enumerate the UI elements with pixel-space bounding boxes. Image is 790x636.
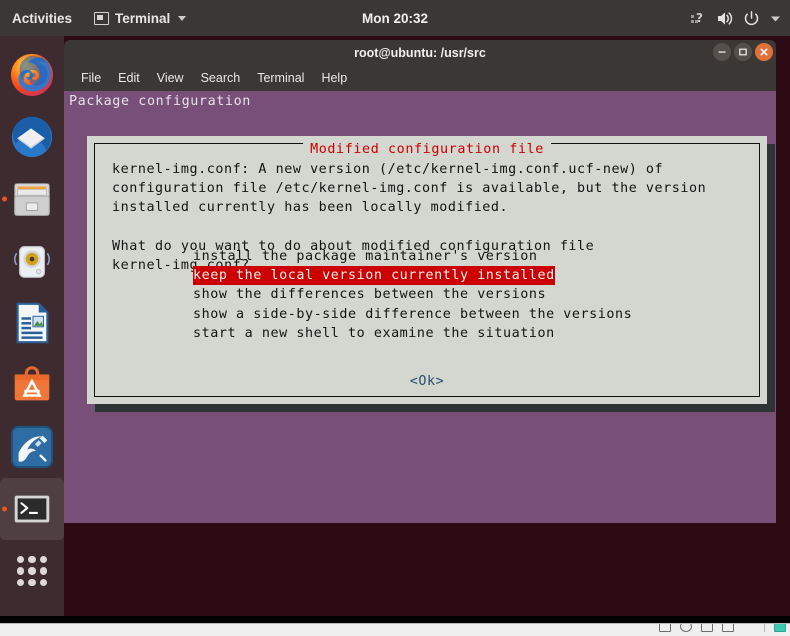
window-icon[interactable] [701, 624, 713, 632]
terminal-icon [94, 11, 110, 25]
menu-help[interactable]: Help [314, 69, 354, 87]
option-keep-local-version[interactable]: keep the local version currently install… [193, 266, 555, 286]
package-configuration-header: Package configuration [69, 94, 251, 109]
window-controls [713, 43, 773, 61]
host-taskbar [0, 623, 790, 636]
terminal-window: root@ubuntu: /usr/src File Edit View Sea… [64, 40, 776, 523]
running-indicator [2, 506, 7, 512]
dock [0, 36, 64, 616]
maximize-button[interactable] [734, 43, 752, 61]
mysql-workbench-icon [10, 425, 54, 469]
app-menu-terminal[interactable]: Terminal [84, 0, 196, 36]
volume-icon [718, 11, 733, 25]
terminal-icon [14, 495, 50, 523]
option-list: install the package maintainer's version… [193, 247, 632, 343]
teal-icon[interactable] [774, 624, 786, 632]
dock-item-rhythmbox[interactable] [0, 230, 64, 292]
dock-item-libreoffice-impress[interactable] [0, 292, 64, 354]
dock-item-ubuntu-software[interactable] [0, 354, 64, 416]
dialog-inner-frame: Modified configuration file kernel-img.c… [94, 143, 760, 397]
menu-file[interactable]: File [74, 69, 108, 87]
dock-item-mysql-workbench[interactable] [0, 416, 64, 478]
option-show-side-by-side-difference[interactable]: show a side-by-side difference between t… [193, 305, 632, 324]
dock-item-files[interactable] [0, 168, 64, 230]
network-question-icon: ? [691, 11, 703, 25]
files-icon [14, 183, 50, 216]
svg-text:?: ? [696, 11, 703, 25]
menu-edit[interactable]: Edit [111, 69, 147, 87]
dock-item-terminal[interactable] [0, 478, 64, 540]
close-button[interactable] [755, 43, 773, 61]
window-title-bar[interactable]: root@ubuntu: /usr/src [64, 40, 776, 65]
ok-button[interactable]: <Ok> [95, 374, 759, 389]
window-title: root@ubuntu: /usr/src [354, 45, 486, 60]
apps-grid-icon [9, 548, 55, 594]
activities-label: Activities [12, 10, 73, 26]
minimize-button[interactable] [713, 43, 731, 61]
thunderbird-icon [11, 116, 53, 158]
libreoffice-impress-icon [16, 302, 49, 344]
menu-bar: File Edit View Search Terminal Help [64, 65, 776, 91]
ubuntu-software-icon [14, 366, 50, 401]
dialog-title: Modified configuration file [303, 143, 551, 157]
desktop-screen: Activities Terminal Mon 20:32 ? root@ubu… [0, 0, 790, 636]
rhythmbox-icon [14, 246, 50, 278]
activities-button[interactable]: Activities [0, 0, 84, 36]
option-start-new-shell[interactable]: start a new shell to examine the situati… [193, 324, 555, 343]
dock-item-firefox[interactable] [0, 44, 64, 106]
menu-search[interactable]: Search [194, 69, 248, 87]
clock-icon[interactable] [680, 624, 692, 632]
terminal-body[interactable]: Package configuration Modified configura… [64, 91, 776, 523]
dock-item-show-applications[interactable] [0, 540, 64, 602]
app-menu-label: Terminal [115, 10, 171, 26]
firefox-icon [10, 53, 54, 97]
system-tray[interactable]: ? [690, 0, 782, 36]
menu-view[interactable]: View [150, 69, 191, 87]
window-icon[interactable] [722, 624, 734, 632]
dock-item-thunderbird[interactable] [0, 106, 64, 168]
running-indicator [2, 196, 7, 202]
option-show-differences[interactable]: show the differences between the version… [193, 285, 546, 304]
power-icon [744, 10, 759, 25]
modified-configuration-dialog: Modified configuration file kernel-img.c… [87, 136, 767, 404]
option-install-maintainers-version[interactable]: install the package maintainer's version [193, 247, 537, 266]
menu-terminal[interactable]: Terminal [250, 69, 311, 87]
gnome-top-bar: Activities Terminal Mon 20:32 ? [0, 0, 790, 36]
chevron-down-icon [178, 15, 187, 21]
divider [764, 624, 765, 632]
chevron-down-icon [771, 16, 780, 21]
host-taskbar-icons[interactable] [659, 624, 786, 632]
window-icon[interactable] [659, 624, 671, 632]
sound-icon[interactable] [743, 624, 755, 632]
